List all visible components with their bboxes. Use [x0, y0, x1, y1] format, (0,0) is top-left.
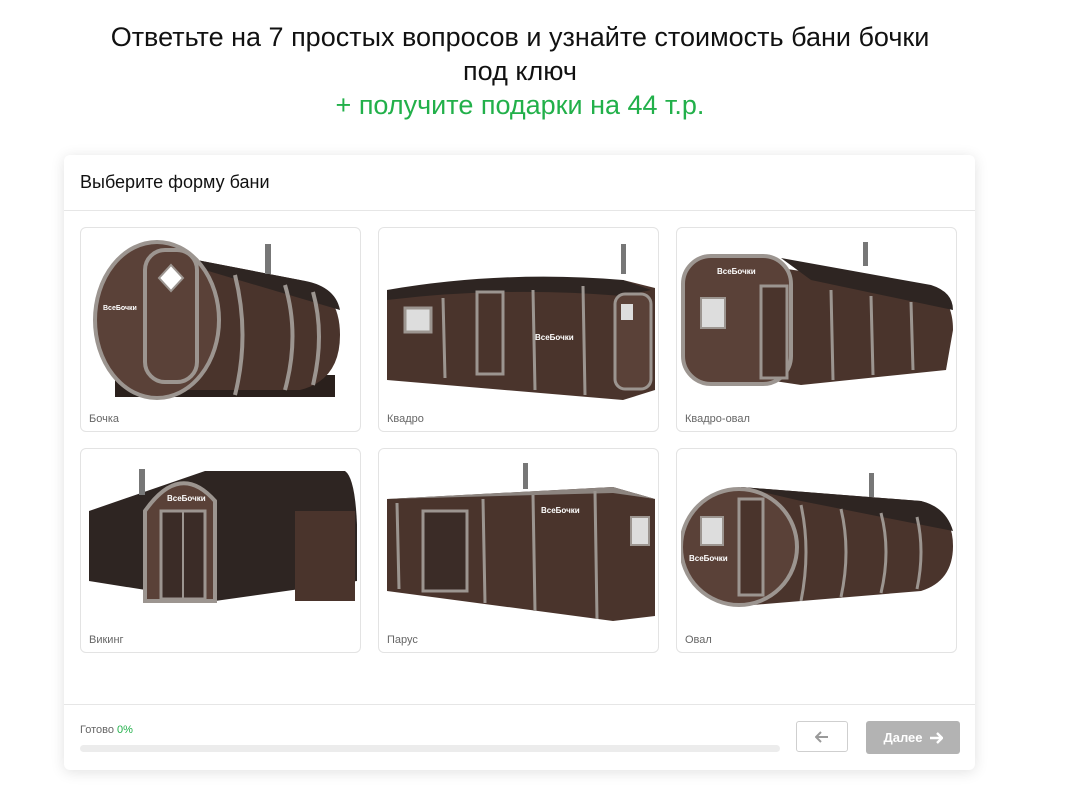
option-parus[interactable]: ВсеБочки Парус — [378, 448, 659, 653]
options-grid: ВсеБочки Бочка ВсеБочки Квадро ВсеБочки … — [80, 227, 959, 653]
page-headline: Ответьте на 7 простых вопросов и узнайте… — [40, 20, 1000, 122]
svg-text:ВсеБочки: ВсеБочки — [541, 506, 580, 515]
option-kvadro[interactable]: ВсеБочки Квадро — [378, 227, 659, 432]
quadro-oval-sauna-image: ВсеБочки — [681, 242, 953, 386]
option-label: Квадро-овал — [685, 413, 750, 425]
next-button[interactable]: Далее — [866, 721, 960, 754]
arrow-right-icon — [929, 731, 943, 744]
option-label: Квадро — [387, 413, 424, 425]
quiz-card: Выберите форму бани ВсеБочки Бочка ВсеБо… — [64, 155, 975, 770]
option-oval[interactable]: ВсеБочки Овал — [676, 448, 957, 653]
progress-bar — [80, 745, 780, 752]
option-label: Бочка — [89, 413, 119, 425]
option-label: Парус — [387, 634, 418, 646]
quadro-sauna-image: ВсеБочки — [387, 244, 655, 400]
option-bochka[interactable]: ВсеБочки Бочка — [80, 227, 361, 432]
option-kvadro-oval[interactable]: ВсеБочки Квадро-овал — [676, 227, 957, 432]
parus-sauna-image: ВсеБочки — [387, 463, 655, 621]
option-label: Викинг — [89, 634, 124, 646]
headline-line-2: под ключ — [463, 56, 577, 86]
svg-text:ВсеБочки: ВсеБочки — [717, 267, 756, 276]
svg-text:ВсеБочки: ВсеБочки — [689, 554, 728, 563]
option-viking[interactable]: ВсеБочки Викинг — [80, 448, 361, 653]
svg-text:ВсеБочки: ВсеБочки — [167, 494, 206, 503]
question-title: Выберите форму бани — [64, 155, 975, 211]
promo-text: + получите подарки на 44 т.р. — [335, 90, 705, 120]
option-label: Овал — [685, 634, 712, 646]
progress-percent: 0% — [117, 724, 133, 736]
viking-sauna-image: ВсеБочки — [89, 469, 357, 603]
quiz-footer: Готово 0% Далее — [64, 704, 975, 771]
next-button-label: Далее — [883, 730, 923, 745]
back-button[interactable] — [796, 721, 848, 752]
barrel-sauna-image: ВсеБочки — [93, 240, 340, 400]
svg-text:ВсеБочки: ВсеБочки — [535, 333, 574, 342]
svg-text:ВсеБочки: ВсеБочки — [103, 305, 137, 312]
progress-label-text: Готово — [80, 724, 114, 736]
headline-line-1: Ответьте на 7 простых вопросов и узнайте… — [110, 22, 930, 52]
progress-label: Готово 0% — [80, 724, 133, 736]
oval-sauna-image: ВсеБочки — [681, 473, 953, 607]
arrow-left-icon — [815, 730, 828, 743]
